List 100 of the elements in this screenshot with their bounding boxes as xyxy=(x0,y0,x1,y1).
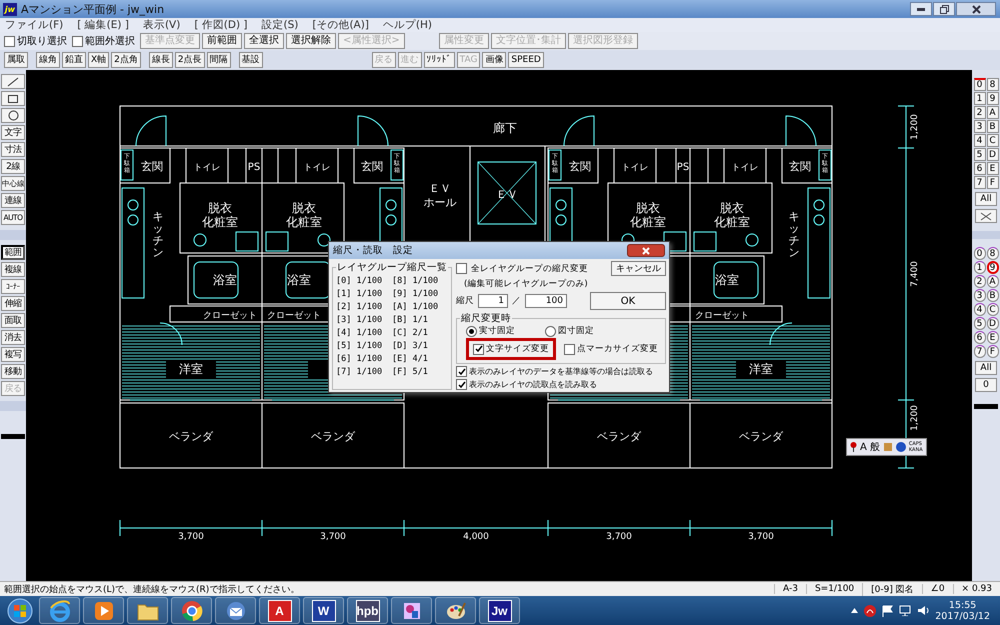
layer-group-button[interactable]: 3 xyxy=(974,120,986,133)
toolbar-button[interactable]: 画像 xyxy=(482,52,506,68)
layer-button[interactable]: 6 xyxy=(974,331,986,344)
show-hidden-icons-icon[interactable] xyxy=(851,608,858,613)
taskbar-button[interactable]: A xyxy=(259,597,300,624)
toolbar-button[interactable]: 線長 xyxy=(148,52,173,68)
layer-group-button[interactable]: 1 xyxy=(974,92,986,105)
checkbox-label[interactable]: 範囲外選択 xyxy=(85,34,135,48)
taskbar-button[interactable]: hpb xyxy=(347,597,388,624)
menu-item[interactable]: 設定(S) xyxy=(261,18,298,32)
tool-button[interactable]: 2線 xyxy=(1,159,25,174)
layer-button[interactable]: C xyxy=(986,303,998,316)
taskbar-button[interactable] xyxy=(127,597,168,624)
layer-button[interactable]: F xyxy=(986,345,998,358)
taskbar-button[interactable]: Jw xyxy=(479,597,520,624)
menu-item[interactable]: [ 作図(D) ] xyxy=(194,18,248,32)
taskbar-button[interactable] xyxy=(39,597,80,624)
toolbar-button[interactable]: 選択解除 xyxy=(286,33,336,49)
cross-button[interactable] xyxy=(975,209,997,223)
taskbar-button[interactable] xyxy=(83,597,124,624)
input-field[interactable]: 1 xyxy=(478,294,508,308)
all-groups-button[interactable]: All xyxy=(975,192,997,206)
layer-button[interactable]: 7 xyxy=(974,345,986,358)
layer-group-button[interactable]: 8 xyxy=(986,78,998,91)
drawing-canvas[interactable] xyxy=(26,70,972,581)
taskbar-button[interactable] xyxy=(171,597,212,624)
layer-button[interactable]: 9 xyxy=(986,261,998,274)
checkbox-label[interactable]: 全レイヤグループの縮尺変更 xyxy=(471,262,588,274)
layer-group-button[interactable]: D xyxy=(986,148,998,161)
layer-group-button[interactable]: A xyxy=(986,106,998,119)
antivirus-icon[interactable] xyxy=(864,604,876,616)
tool-button[interactable]: 移動 xyxy=(1,364,25,379)
toolbar-button[interactable]: ｿﾘｯﾄﾞ xyxy=(424,52,455,68)
tool-button[interactable]: 範囲 xyxy=(1,245,25,260)
ime-mode-text[interactable]: 般 xyxy=(870,440,880,454)
clock-date[interactable]: 2017/03/12 xyxy=(935,610,990,622)
taskbar-button[interactable] xyxy=(435,597,476,624)
toolbar-button[interactable]: X軸 xyxy=(88,52,110,68)
speaker-icon[interactable] xyxy=(917,605,930,616)
layer-group-button[interactable]: 9 xyxy=(986,92,998,105)
layer-group-button[interactable]: F xyxy=(986,176,998,189)
tool-button[interactable]: 複写 xyxy=(1,347,25,362)
checkbox-label[interactable]: 表示のみレイヤの読取点を読み取る xyxy=(469,379,597,390)
line-tool-button[interactable] xyxy=(1,74,25,89)
tool-button[interactable]: 寸法 xyxy=(1,142,25,157)
checkbox[interactable] xyxy=(456,263,467,274)
toolbar-button[interactable]: 線角 xyxy=(36,52,60,68)
menu-item[interactable]: [その他(A)] xyxy=(312,18,369,32)
toolbar-button[interactable]: 属取 xyxy=(4,52,28,68)
layer-zero-button[interactable]: 0 xyxy=(975,378,997,392)
tool-button[interactable]: 複線 xyxy=(1,262,25,277)
clock-time[interactable]: 15:55 xyxy=(948,600,976,610)
toolbar-button[interactable]: 間隔 xyxy=(206,52,231,68)
circle-tool-button[interactable] xyxy=(1,108,25,123)
layer-button[interactable]: B xyxy=(986,289,998,302)
tool-button[interactable]: 伸縮 xyxy=(1,296,25,311)
checkbox[interactable] xyxy=(456,379,467,390)
checkbox[interactable] xyxy=(72,36,83,46)
radio-label[interactable]: 実寸固定 xyxy=(479,325,515,337)
layer-group-button[interactable]: 0 xyxy=(974,78,986,91)
layer-group-button[interactable]: C xyxy=(986,134,998,147)
menu-item[interactable]: 表示(V) xyxy=(142,18,180,32)
menu-item[interactable]: ヘルプ(H) xyxy=(382,18,432,32)
layer-button[interactable]: 2 xyxy=(974,275,986,288)
flag-icon[interactable] xyxy=(882,604,894,616)
layer-button[interactable]: D xyxy=(986,317,998,330)
toolbar-button[interactable]: 鉛直 xyxy=(62,52,86,68)
radio-label[interactable]: 図寸固定 xyxy=(558,325,594,337)
taskbar-button[interactable] xyxy=(215,597,256,624)
network-icon[interactable] xyxy=(899,605,912,616)
tool-button[interactable]: 文字 xyxy=(1,125,25,140)
minimize-button[interactable] xyxy=(910,2,932,16)
layer-group-button[interactable]: 2 xyxy=(974,106,986,119)
tool-button[interactable]: 連線 xyxy=(1,193,25,208)
layer-button[interactable]: 8 xyxy=(986,247,998,260)
tool-button[interactable]: 消去 xyxy=(1,330,25,345)
layer-group-button[interactable]: 7 xyxy=(974,176,986,189)
checkbox[interactable] xyxy=(4,36,15,46)
checkbox[interactable] xyxy=(564,344,575,354)
radio-button[interactable] xyxy=(545,326,556,336)
checkbox[interactable] xyxy=(473,344,484,354)
cancel-button[interactable]: キャンセル xyxy=(611,261,666,276)
tool-button[interactable]: 面取 xyxy=(1,313,25,328)
dialog-close-button[interactable] xyxy=(627,244,665,257)
layer-group-button[interactable]: E xyxy=(986,162,998,175)
layer-button[interactable]: 1 xyxy=(974,261,986,274)
menu-item[interactable]: [ 編集(E) ] xyxy=(77,18,129,32)
toolbar-button[interactable]: 2点角 xyxy=(111,52,141,68)
layer-button[interactable]: 5 xyxy=(974,317,986,330)
toolbar-button[interactable]: 全選択 xyxy=(244,33,284,49)
layer-button[interactable]: A xyxy=(986,275,998,288)
ime-mode-text[interactable]: A xyxy=(860,442,867,452)
rectangle-tool-button[interactable] xyxy=(1,91,25,106)
checkbox-label[interactable]: 切取り選択 xyxy=(17,34,67,48)
toolbar-button[interactable]: 基設 xyxy=(238,52,263,68)
checkbox-label[interactable]: 点マーカサイズ変更 xyxy=(577,343,658,355)
input-field[interactable]: 100 xyxy=(525,294,567,308)
close-button[interactable] xyxy=(956,2,996,16)
layer-group-button[interactable]: 4 xyxy=(974,134,986,147)
taskbar-button[interactable]: W xyxy=(303,597,344,624)
